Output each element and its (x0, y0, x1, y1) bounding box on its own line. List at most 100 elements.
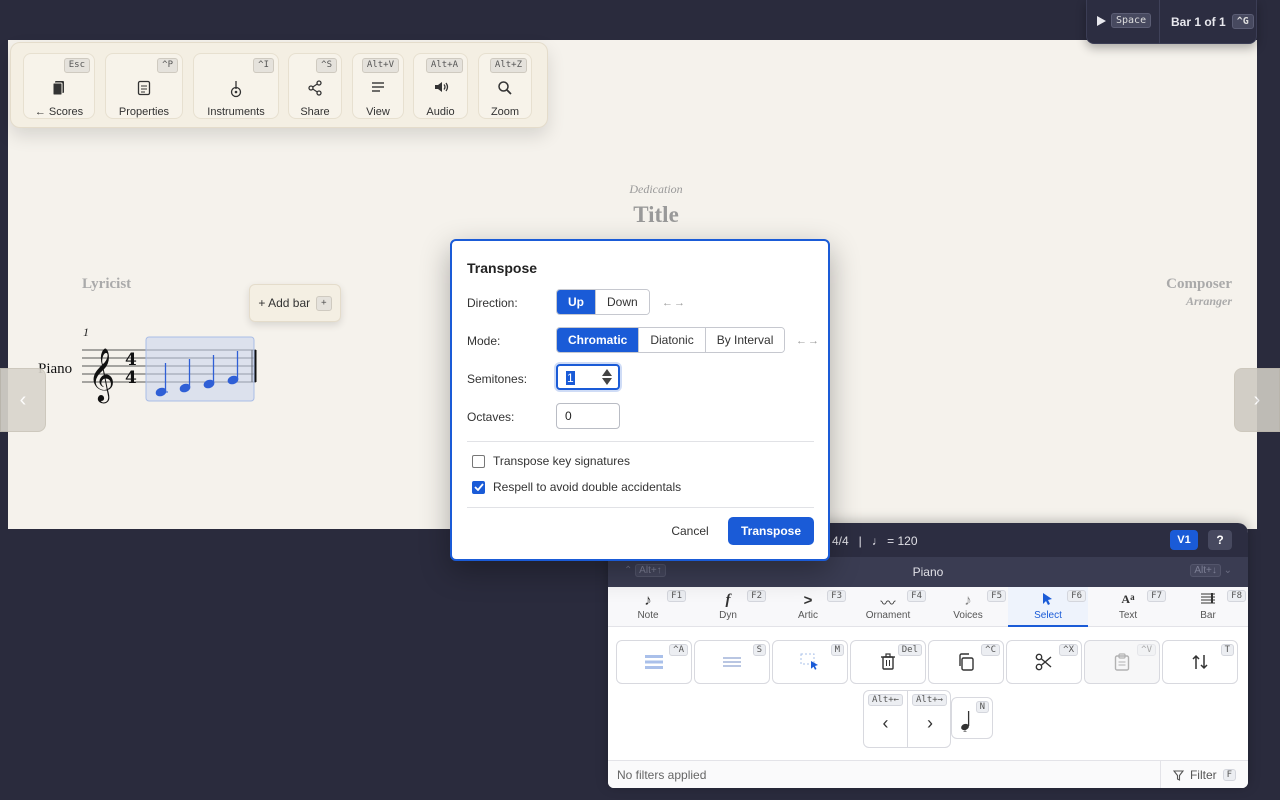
mode-chromatic-option[interactable]: Chromatic (557, 328, 640, 352)
bottom-panel: 4/4 | ♩ = 120 V1 ? ⌃ Alt+↑ Piano Alt+↓ ⌄… (608, 523, 1248, 788)
select-prev-button[interactable]: Alt+← ‹ (864, 691, 908, 747)
marquee-select-button[interactable]: M (772, 640, 848, 684)
play-icon (1097, 15, 1106, 26)
staff[interactable]: 𝄞 4 4 (80, 330, 265, 410)
quarter-note-icon (961, 711, 970, 732)
audio-button[interactable]: Alt+A Audio (413, 53, 468, 119)
transpose-tool-button[interactable]: T (1162, 640, 1238, 684)
chevron-left-icon: ‹ (882, 712, 889, 733)
score-lyricist[interactable]: Lyricist (82, 276, 131, 293)
semitones-input[interactable]: 1 (556, 364, 620, 390)
scores-icon (24, 80, 94, 98)
mode-by-interval-option[interactable]: By Interval (705, 328, 785, 352)
filter-button[interactable]: Filter F (1160, 761, 1248, 788)
score-title[interactable]: Title (0, 202, 1280, 228)
main-toolbar: Esc ← Scores ^P Properties ^I Instrument… (10, 42, 548, 128)
bar-icon (1168, 592, 1248, 608)
prev-page-button[interactable]: ‹ (0, 368, 46, 432)
audio-icon (414, 80, 467, 98)
direction-segmented: Up Down (556, 289, 650, 315)
select-staff-button[interactable]: S (694, 640, 770, 684)
score-composer[interactable]: Composer (1166, 276, 1232, 293)
share-icon (289, 80, 341, 98)
tab-ornament[interactable]: F4 〰 Ornament (848, 587, 928, 627)
bar-indicator: Bar 1 of 1 (1171, 14, 1226, 29)
view-icon (353, 80, 403, 98)
instruments-button[interactable]: ^I Instruments (193, 53, 279, 119)
chevron-left-icon: ‹ (19, 388, 27, 411)
play-button[interactable]: Space (1095, 13, 1152, 28)
select-all-icon (645, 655, 663, 669)
select-next-button[interactable]: Alt+→ › (908, 691, 952, 747)
scores-button[interactable]: Esc ← Scores (23, 53, 95, 119)
mode-diatonic-option[interactable]: Diatonic (639, 328, 706, 352)
current-instrument: Piano (912, 565, 944, 579)
go-to-bar-button[interactable]: Bar 1 of 1 ^G (1171, 14, 1254, 29)
share-button[interactable]: ^S Share (288, 53, 342, 119)
transpose-submit-button[interactable]: Transpose (728, 517, 814, 545)
chevron-right-icon: › (927, 712, 933, 733)
next-page-button[interactable]: › (1234, 368, 1280, 432)
cursor-icon (1008, 592, 1088, 608)
tab-voices[interactable]: F5 ♪ Voices (928, 587, 1008, 627)
help-button[interactable]: ? (1208, 530, 1232, 550)
semitones-stepper[interactable] (602, 369, 612, 385)
treble-clef-icon: 𝄞 (88, 347, 115, 403)
copy-icon (959, 653, 974, 671)
cut-icon (1035, 653, 1052, 671)
cancel-button[interactable]: Cancel (662, 518, 718, 544)
view-button[interactable]: Alt+V View (352, 53, 404, 119)
direction-hint: ←→ (662, 297, 686, 309)
tab-bar[interactable]: F8 Bar (1168, 587, 1248, 627)
tab-select[interactable]: F6 Select (1008, 587, 1088, 627)
respell-checkbox[interactable]: Respell to avoid double accidentals (472, 480, 681, 494)
filter-bar: No filters applied Filter F (608, 760, 1248, 788)
direction-down-option[interactable]: Down (596, 290, 649, 314)
score-arranger[interactable]: Arranger (1186, 294, 1232, 309)
next-instrument-button[interactable]: Alt+↓ ⌄ (1190, 564, 1232, 577)
forte-icon: f (725, 592, 731, 608)
properties-button[interactable]: ^P Properties (105, 53, 183, 119)
meter-tempo[interactable]: 4/4 | ♩ = 120 (832, 534, 918, 548)
paste-button[interactable]: ^V (1084, 640, 1160, 684)
time-signature: 4 (125, 350, 137, 370)
select-all-button[interactable]: ^A (616, 640, 692, 684)
tab-dyn[interactable]: F2 f Dyn (688, 587, 768, 627)
spin-up-icon (602, 369, 612, 376)
chevron-right-icon: › (1253, 388, 1261, 411)
dialog-title: Transpose (467, 260, 538, 276)
delete-icon (881, 653, 895, 670)
score-dedication[interactable]: Dedication (0, 182, 1280, 197)
semitones-label: Semitones: (467, 372, 528, 386)
copy-button[interactable]: ^C (928, 640, 1004, 684)
tab-note[interactable]: F1 ♪ Note (608, 587, 688, 627)
accent-icon: > (803, 592, 813, 609)
instrument-bar: ⌃ Alt+↑ Piano Alt+↓ ⌄ (608, 557, 1248, 587)
transpose-dialog: Transpose Direction: Up Down ←→ Mode: Ch… (450, 239, 830, 561)
tab-text[interactable]: F7 Aa Text (1088, 587, 1168, 627)
add-bar-button[interactable]: + Add bar + (249, 284, 341, 322)
filter-status: No filters applied (617, 768, 707, 782)
select-staff-icon (723, 657, 741, 667)
mode-hint: ←→ (796, 335, 820, 347)
voices-icon: ♪ (964, 592, 972, 609)
trill-icon: 〰 (880, 595, 896, 612)
select-note-button[interactable]: N (951, 697, 993, 739)
direction-label: Direction: (467, 296, 518, 310)
filter-icon (1172, 769, 1184, 781)
go-to-bar-shortcut: ^G (1231, 14, 1254, 29)
tool-tabs: F1 ♪ Note F2 f Dyn F3 > Artic F4 〰 Ornament F5 ♪ V… (608, 587, 1248, 627)
direction-up-option[interactable]: Up (557, 290, 596, 314)
properties-icon (106, 80, 182, 98)
delete-button[interactable]: Del (850, 640, 926, 684)
paste-icon (1114, 653, 1130, 671)
voice-button[interactable]: V1 (1170, 530, 1198, 550)
marquee-select-icon (800, 653, 818, 670)
text-icon: Aa (1121, 592, 1135, 606)
zoom-icon (479, 80, 531, 98)
tab-artic[interactable]: F3 > Artic (768, 587, 848, 627)
zoom-button[interactable]: Alt+Z Zoom (478, 53, 532, 119)
transpose-key-signatures-checkbox[interactable]: Transpose key signatures (472, 454, 630, 468)
cut-button[interactable]: ^X (1006, 640, 1082, 684)
octaves-input[interactable]: 0 (556, 403, 620, 429)
